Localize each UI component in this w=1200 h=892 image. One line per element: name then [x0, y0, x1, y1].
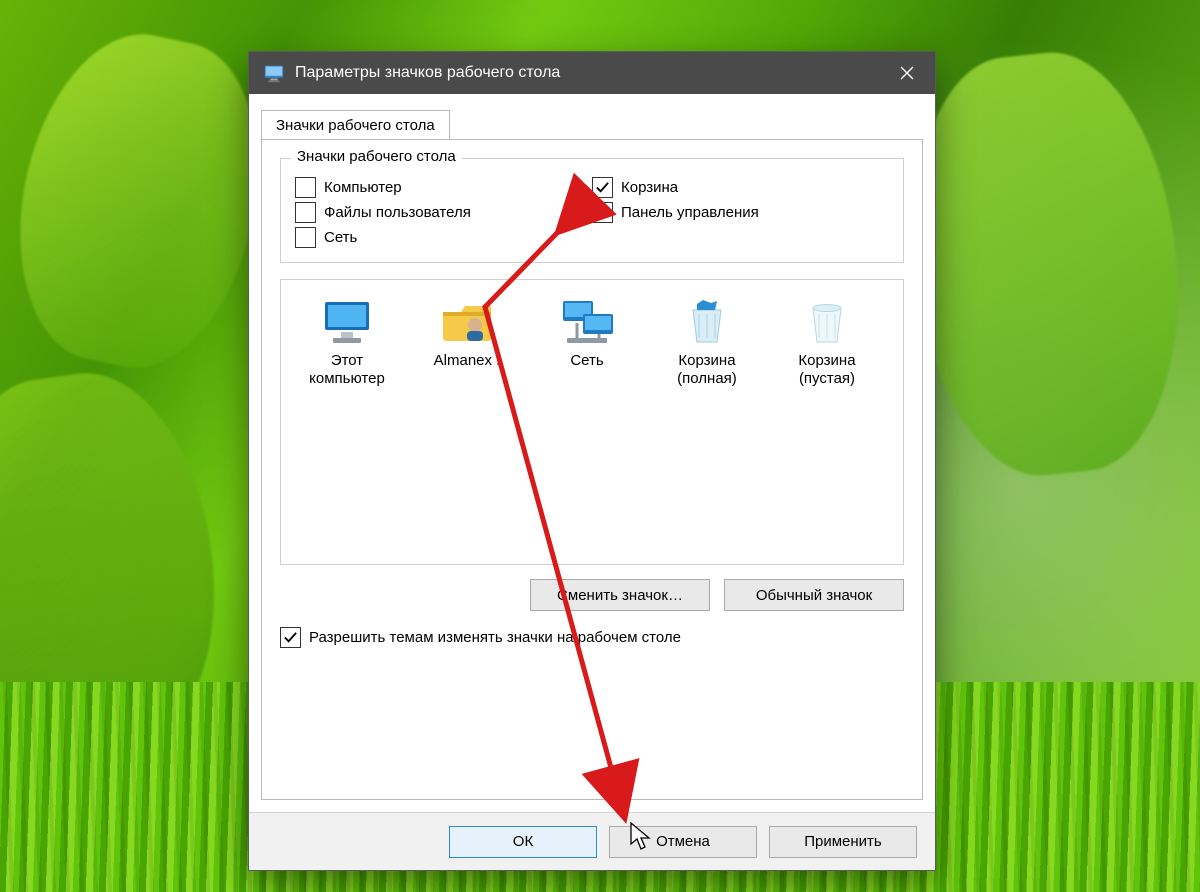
checkbox-label: Разрешить темам изменять значки на рабоч…: [309, 629, 681, 646]
button-label: Сменить значок…: [557, 587, 683, 604]
window-title: Параметры значков рабочего стола: [295, 64, 879, 82]
titlebar[interactable]: Параметры значков рабочего стола: [249, 52, 935, 94]
dialog-footer: ОК Отмена Применить: [249, 812, 935, 870]
icon-network[interactable]: Сеть: [527, 294, 647, 416]
checkbox-label: Компьютер: [324, 179, 402, 196]
restore-default-icon-button[interactable]: Обычный значок: [724, 579, 904, 611]
checkbox-computer[interactable]: Компьютер: [295, 177, 592, 198]
checkbox-network[interactable]: Сеть: [295, 227, 592, 248]
group-desktop-icons: Значки рабочего стола Компьютер Файлы по…: [280, 158, 904, 263]
tab-strip: Значки рабочего стола: [261, 110, 923, 140]
user-folder-icon: [439, 298, 495, 346]
button-label: Применить: [804, 833, 882, 850]
icon-recycle-empty[interactable]: Корзина (пустая): [767, 294, 887, 416]
recycle-bin-empty-icon: [799, 298, 855, 346]
cancel-button[interactable]: Отмена: [609, 826, 757, 858]
close-button[interactable]: [879, 52, 935, 94]
button-label: Обычный значок: [756, 587, 872, 604]
checkbox-icon: [295, 202, 316, 223]
checkbox-allow-themes[interactable]: Разрешить темам изменять значки на рабоч…: [280, 627, 904, 648]
icon-preview-panel: Этот компьютер Almanex . Сеть: [280, 279, 904, 565]
icon-label: Этот компьютер: [292, 352, 402, 388]
ok-button[interactable]: ОК: [449, 826, 597, 858]
icon-this-pc[interactable]: Этот компьютер: [287, 294, 407, 416]
checkbox-user-files[interactable]: Файлы пользователя: [295, 202, 592, 223]
icon-recycle-full[interactable]: Корзина (полная): [647, 294, 767, 416]
checkbox-label: Панель управления: [621, 204, 759, 221]
tab-desktop-icons[interactable]: Значки рабочего стола: [261, 110, 450, 140]
group-title: Значки рабочего стола: [291, 148, 462, 165]
button-label: ОК: [513, 833, 533, 850]
checkbox-icon: [295, 177, 316, 198]
checkbox-label: Корзина: [621, 179, 678, 196]
button-label: Отмена: [656, 833, 710, 850]
icon-label: Сеть: [570, 352, 603, 370]
network-icon: [559, 298, 615, 346]
checkbox-icon: [592, 177, 613, 198]
icon-label: Almanex .: [434, 352, 501, 370]
checkbox-icon: [592, 202, 613, 223]
change-icon-button[interactable]: Сменить значок…: [530, 579, 710, 611]
checkbox-icon: [280, 627, 301, 648]
icon-user-folder[interactable]: Almanex .: [407, 294, 527, 416]
desktop-icon-settings-dialog: Параметры значков рабочего стола Значки …: [248, 51, 936, 871]
checkbox-label: Сеть: [324, 229, 357, 246]
checkbox-control-panel[interactable]: Панель управления: [592, 202, 889, 223]
checkbox-label: Файлы пользователя: [324, 204, 471, 221]
recycle-bin-full-icon: [679, 298, 735, 346]
apply-button[interactable]: Применить: [769, 826, 917, 858]
checkbox-recycle-bin[interactable]: Корзина: [592, 177, 889, 198]
app-icon: [263, 62, 285, 84]
icon-label: Корзина (пустая): [772, 352, 882, 388]
computer-icon: [319, 298, 375, 346]
icon-label: Корзина (полная): [652, 352, 762, 388]
checkbox-icon: [295, 227, 316, 248]
tab-label: Значки рабочего стола: [276, 117, 435, 134]
